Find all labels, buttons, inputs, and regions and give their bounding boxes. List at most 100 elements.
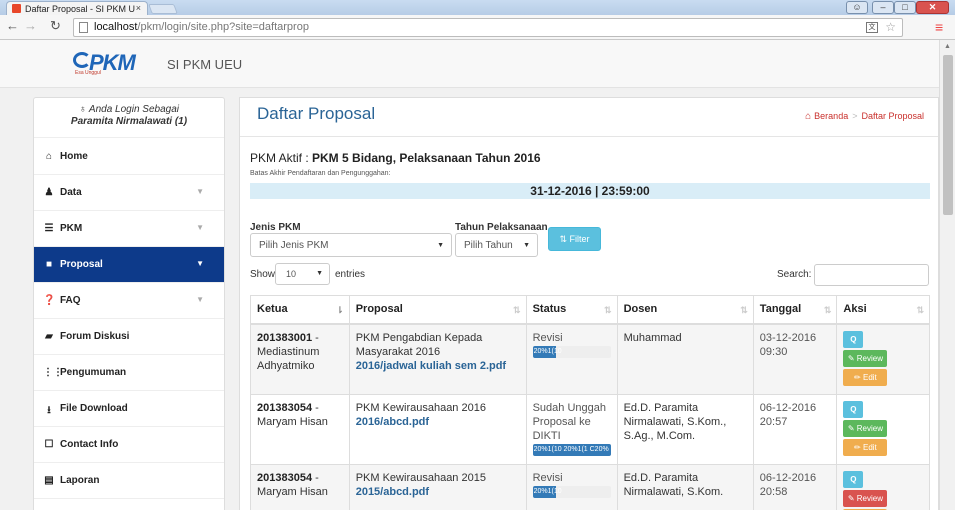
- view-search-icon-button[interactable]: Q: [843, 400, 864, 418]
- edit-button[interactable]: ✏ Edit: [843, 438, 888, 456]
- edit-button-label: Edit: [862, 442, 877, 452]
- download-icon: ⭳: [47, 405, 51, 416]
- tab-title: Daftar Proposal - SI PKM U: [25, 4, 136, 14]
- sidebar-item-proposal[interactable]: ■ Proposal ▼: [34, 247, 224, 283]
- bookmark-star-icon[interactable]: ☆: [885, 20, 896, 34]
- proposal-cell: PKM Kewirausahaan 2016 2016/abcd.pdf: [348, 393, 527, 465]
- sort-icon[interactable]: ⇅: [824, 305, 832, 316]
- review-button-label: Review: [856, 423, 883, 433]
- chevron-down-icon: ▼: [437, 242, 444, 249]
- brand-name[interactable]: SI PKM UEU: [167, 57, 242, 72]
- dosen-cell: Ed.D. Paramita Nirmalawati, S.Kom., S.Ag…: [616, 393, 754, 465]
- sort-icon[interactable]: ⇅: [740, 305, 748, 316]
- status-cell: Revisi 20%1(10: [525, 463, 618, 510]
- sidebar-item-faq[interactable]: ❓ FAQ ▼: [34, 283, 224, 319]
- browser-tab[interactable]: Daftar Proposal - SI PKM U ×: [6, 1, 148, 15]
- sidebar-item-pkm[interactable]: ☰ PKM ▼: [34, 211, 224, 247]
- view-search-icon-button[interactable]: Q: [843, 330, 864, 348]
- dosen-cell: Ed.D. Paramita Nirmalawati, S.Kom.: [616, 463, 754, 510]
- sidebar-item-laporan[interactable]: ▤ Laporan: [34, 463, 224, 499]
- login-label: ♁ Anda Login Sebagai: [79, 104, 179, 115]
- review-button-label: Review: [856, 493, 883, 503]
- deadline-label: Batas Akhir Pendaftaran dan Pengunggahan…: [250, 170, 391, 177]
- scroll-up-icon[interactable]: ▲: [944, 43, 951, 50]
- status-progress: 20%1(10: [532, 345, 611, 358]
- column-header-label: Tanggal: [759, 303, 802, 316]
- page-title: Daftar Proposal: [257, 104, 376, 123]
- chrome-menu-icon[interactable]: ≡: [935, 19, 943, 35]
- chevron-down-icon: ▼: [316, 270, 323, 277]
- reload-icon[interactable]: ↻: [50, 18, 61, 34]
- grid-icon: ⋮⋮: [43, 367, 63, 378]
- column-header-tanggal[interactable]: Tanggal ⇅: [752, 295, 838, 325]
- sort-icon[interactable]: ⇅: [916, 305, 924, 316]
- ketua-nim: 201383054: [257, 401, 313, 414]
- pkm-logo[interactable]: PKM Esa Unggul: [73, 50, 153, 80]
- filter-tahun-select[interactable]: Pilih Tahun ▼: [455, 233, 538, 257]
- column-header-status[interactable]: Status ⇅: [525, 295, 618, 325]
- filter-button-label: Filter: [569, 234, 590, 244]
- maximize-icon[interactable]: □: [894, 1, 916, 14]
- page-scrollbar[interactable]: ▲: [939, 40, 955, 510]
- book-icon: ■: [45, 259, 53, 270]
- active-pkm-prefix: PKM Aktif :: [250, 151, 313, 165]
- window-close-icon[interactable]: ✕: [916, 1, 949, 14]
- aksi-cell: Q✎ Review✏ Edit: [836, 463, 930, 510]
- sidebar-item-logout[interactable]: ↦Logout: [34, 499, 224, 510]
- column-header-label: Ketua: [257, 303, 288, 316]
- profile-icon[interactable]: ☺: [846, 1, 868, 14]
- column-header-proposal[interactable]: Proposal ⇅: [348, 295, 527, 325]
- sidebar-item-file-download[interactable]: ⭳ File Download: [34, 391, 224, 427]
- review-icon: ✎: [847, 423, 857, 433]
- column-header-ketua[interactable]: Ketua ⇂: [250, 295, 350, 325]
- proposal-file-link[interactable]: 2016/jadwal kuliah sem 2.pdf: [356, 359, 520, 373]
- proposal-file-link[interactable]: 2015/abcd.pdf: [356, 485, 520, 499]
- tab-close-icon[interactable]: ×: [136, 3, 141, 13]
- scrollbar-thumb[interactable]: [943, 55, 953, 215]
- url-input[interactable]: localhost/pkm/login/site.php?site=daftar…: [73, 18, 903, 37]
- sidebar-item-label: Laporan: [60, 475, 100, 486]
- column-header-dosen[interactable]: Dosen ⇅: [616, 295, 754, 325]
- sidebar-item-label: Home: [60, 151, 88, 162]
- edit-button[interactable]: ✏ Edit: [843, 368, 888, 386]
- proposal-file-link[interactable]: 2016/abcd.pdf: [356, 415, 520, 429]
- sidebar-item-label: Contact Info: [60, 439, 119, 450]
- page-size-select[interactable]: 10 ▼: [275, 263, 330, 285]
- sidebar-item-label: Forum Diskusi: [60, 331, 130, 342]
- breadcrumb-home[interactable]: Beranda: [814, 111, 848, 121]
- filter-button[interactable]: ⇅ Filter: [548, 227, 601, 251]
- forward-icon[interactable]: →: [24, 18, 37, 33]
- minimize-icon[interactable]: –: [872, 1, 894, 14]
- sidebar-item-home[interactable]: ⌂ Home: [34, 139, 224, 175]
- sidebar-item-forum-diskusi[interactable]: ▰ Forum Diskusi: [34, 319, 224, 355]
- deadline-value: 31-12-2016 | 23:59:00: [250, 183, 930, 199]
- sidebar-item-contact-info[interactable]: ☐ Contact Info: [34, 427, 224, 463]
- review-button[interactable]: ✎ Review: [843, 489, 888, 507]
- logo-subtext: Esa Unggul: [75, 70, 101, 76]
- home-icon: ⌂: [45, 151, 53, 162]
- review-button[interactable]: ✎ Review: [843, 349, 888, 367]
- sort-icon[interactable]: ⇅: [513, 305, 521, 316]
- user-icon: ♟: [44, 187, 54, 198]
- sort-icon[interactable]: ⇅: [604, 305, 612, 316]
- pencil-icon: ✏: [854, 442, 863, 452]
- comment-icon: ▰: [45, 331, 53, 342]
- review-button[interactable]: ✎ Review: [843, 419, 888, 437]
- search-input[interactable]: [814, 264, 929, 286]
- sidebar-item-pengumuman[interactable]: ⋮⋮ Pengumuman: [34, 355, 224, 391]
- sidebar-item-data[interactable]: ♟ Data ▼: [34, 175, 224, 211]
- breadcrumb-current: Daftar Proposal: [861, 111, 924, 121]
- filter-jenis-select[interactable]: Pilih Jenis PKM ▼: [250, 233, 452, 257]
- filter-tahun-value: Pilih Tahun: [464, 240, 513, 251]
- new-tab-button[interactable]: [148, 4, 178, 14]
- sort-icon[interactable]: ⇂: [336, 305, 344, 316]
- proposal-cell: PKM Pengabdian Kepada Masyarakat 2016 201…: [348, 323, 527, 395]
- view-search-icon-button[interactable]: Q: [843, 470, 864, 488]
- phone-icon: ☐: [44, 439, 54, 450]
- sidebar-item-label: Data: [60, 187, 82, 198]
- page-icon: [79, 22, 88, 33]
- column-header-aksi[interactable]: Aksi ⇅: [836, 295, 930, 325]
- back-icon[interactable]: ←: [6, 18, 19, 33]
- proposal-title: PKM Pengabdian Kepada Masyarakat 2016: [355, 331, 483, 358]
- translate-icon[interactable]: 文: [866, 22, 878, 33]
